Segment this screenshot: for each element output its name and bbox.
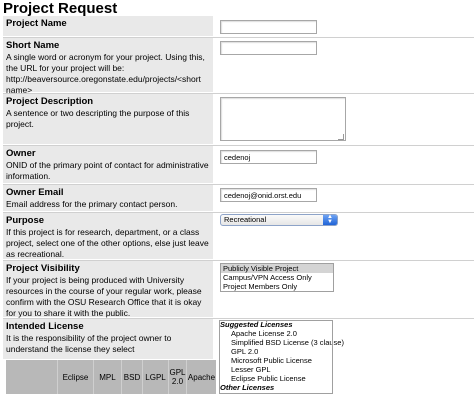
intended-license-label-cell: Intended License It is the responsibilit…	[3, 319, 213, 359]
table-header-cell: MPL	[93, 360, 121, 394]
chevron-updown-icon: ▲ ▼	[323, 214, 337, 225]
owner-description: ONID of the primary point of contact for…	[6, 160, 209, 181]
owner-email-description: Email address for the primary contact pe…	[6, 199, 178, 209]
owner-label: Owner	[6, 148, 36, 159]
owner-label-cell: Owner ONID of the primary point of conta…	[3, 146, 213, 183]
short-name-label: Short Name	[6, 40, 60, 51]
short-name-input[interactable]	[220, 41, 317, 55]
owner-input[interactable]	[220, 150, 317, 164]
table-header-cell: Apache	[186, 360, 216, 394]
license-listbox-border	[219, 320, 333, 394]
project-visibility-description: If your project is being produced with U…	[6, 275, 202, 318]
table-header-cell: Eclipse	[57, 360, 93, 394]
table-header-cell: BSD	[121, 360, 142, 394]
page-title: Project Request	[3, 0, 118, 17]
project-description-label: Project Description	[6, 96, 94, 107]
purpose-label: Purpose	[6, 215, 45, 226]
short-name-label-cell: Short Name A single word or acronym for …	[3, 38, 213, 95]
project-description-text: A sentence or two descripting the purpos…	[6, 108, 190, 129]
owner-email-label: Owner Email	[6, 187, 64, 198]
project-name-label-cell: Project Name	[3, 16, 213, 36]
project-name-input[interactable]	[220, 20, 317, 34]
short-name-description: A single word or acronym for your projec…	[6, 52, 205, 95]
project-visibility-listbox[interactable]: Publicly Visible Project Campus/VPN Acce…	[220, 263, 334, 292]
intended-license-label: Intended License	[6, 321, 84, 332]
intended-license-description: It is the responsibility of the project …	[6, 333, 172, 354]
visibility-option[interactable]: Publicly Visible Project	[221, 264, 333, 273]
project-visibility-label: Project Visibility	[6, 263, 80, 274]
project-name-label: Project Name	[6, 18, 67, 29]
purpose-description: If this project is for research, departm…	[6, 227, 209, 259]
resize-handle-icon[interactable]	[338, 134, 344, 140]
project-visibility-label-cell: Project Visibility If your project is be…	[3, 261, 213, 318]
owner-email-input[interactable]	[220, 188, 317, 202]
purpose-select[interactable]: Recreational ▲ ▼	[220, 214, 338, 226]
license-comparison-table-header: Eclipse MPL BSD LGPL GPL 2.0 Apache	[6, 360, 216, 394]
license-listbox[interactable]: Suggested Licenses Apache License 2.0 Si…	[219, 320, 474, 394]
table-header-cell: LGPL	[142, 360, 168, 394]
table-header-cell	[6, 360, 57, 394]
project-description-textarea[interactable]	[220, 97, 346, 141]
purpose-label-cell: Purpose If this project is for research,…	[3, 213, 213, 259]
visibility-option[interactable]: Campus/VPN Access Only	[221, 273, 333, 282]
owner-email-label-cell: Owner Email Email address for the primar…	[3, 185, 213, 211]
project-description-label-cell: Project Description A sentence or two de…	[3, 94, 213, 144]
table-header-cell: GPL 2.0	[168, 360, 186, 394]
purpose-selected-value: Recreational	[224, 215, 267, 224]
visibility-option[interactable]: Project Members Only	[221, 282, 333, 291]
